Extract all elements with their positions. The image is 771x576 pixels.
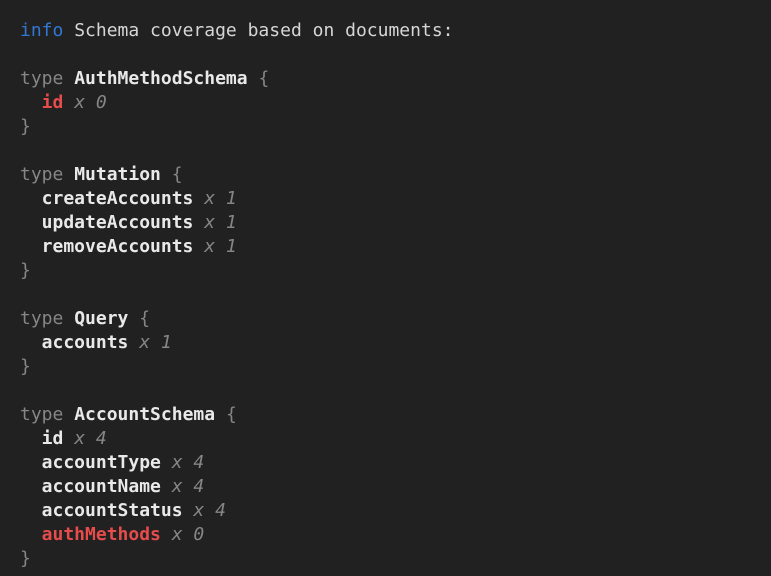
open-brace: { (172, 164, 183, 185)
info-label: info (20, 20, 63, 41)
close-brace-line: } (20, 547, 761, 571)
field-line: updateAccounts x 1 (20, 211, 761, 235)
close-brace-line: } (20, 115, 761, 139)
type-header-line: type Query { (20, 307, 761, 331)
close-brace-line: } (20, 355, 761, 379)
type-block: type AccountSchema {id x 4accountType x … (20, 403, 761, 571)
field-count: x 4 (172, 452, 205, 473)
type-block: type Mutation {createAccounts x 1updateA… (20, 163, 761, 283)
field-name: accountStatus (42, 500, 183, 521)
field-line: id x 0 (20, 91, 761, 115)
coverage-header-line: info Schema coverage based on documents: (20, 19, 761, 43)
terminal-output: info Schema coverage based on documents:… (0, 0, 771, 576)
open-brace: { (226, 404, 237, 425)
field-name: createAccounts (42, 188, 194, 209)
field-count: x 1 (204, 236, 237, 257)
field-count: x 1 (204, 212, 237, 233)
field-name: id (42, 92, 64, 113)
coverage-header-message: Schema coverage based on documents: (74, 20, 453, 41)
type-block: type AuthMethodSchema {id x 0} (20, 67, 761, 139)
field-name: updateAccounts (42, 212, 194, 233)
field-count: x 0 (172, 524, 205, 545)
close-brace-line: } (20, 259, 761, 283)
field-count: x 0 (74, 92, 107, 113)
field-count: x 4 (172, 476, 205, 497)
field-name: accountType (42, 452, 161, 473)
type-header-line: type AccountSchema { (20, 403, 761, 427)
field-name: accountName (42, 476, 161, 497)
type-keyword: type (20, 164, 63, 185)
open-brace: { (139, 308, 150, 329)
field-count: x 1 (204, 188, 237, 209)
type-keyword: type (20, 68, 63, 89)
type-name: Mutation (74, 164, 161, 185)
type-header-line: type Mutation { (20, 163, 761, 187)
field-line: id x 4 (20, 427, 761, 451)
field-name: authMethods (42, 524, 161, 545)
close-brace: } (20, 356, 31, 377)
field-name: removeAccounts (42, 236, 194, 257)
field-name: id (42, 428, 64, 449)
type-keyword: type (20, 404, 63, 425)
field-count: x 1 (139, 332, 172, 353)
field-line: accountStatus x 4 (20, 499, 761, 523)
field-line: removeAccounts x 1 (20, 235, 761, 259)
field-line: accountName x 4 (20, 475, 761, 499)
type-name: AccountSchema (74, 404, 215, 425)
field-line: accounts x 1 (20, 331, 761, 355)
type-blocks: type AuthMethodSchema {id x 0}type Mutat… (20, 67, 761, 571)
field-name: accounts (42, 332, 129, 353)
field-count: x 4 (193, 500, 226, 521)
open-brace: { (258, 68, 269, 89)
field-count: x 4 (74, 428, 107, 449)
type-name: Query (74, 308, 128, 329)
type-name: AuthMethodSchema (74, 68, 247, 89)
type-header-line: type AuthMethodSchema { (20, 67, 761, 91)
field-line: accountType x 4 (20, 451, 761, 475)
field-line: authMethods x 0 (20, 523, 761, 547)
type-block: type Query {accounts x 1} (20, 307, 761, 379)
close-brace: } (20, 548, 31, 569)
close-brace: } (20, 116, 31, 137)
type-keyword: type (20, 308, 63, 329)
field-line: createAccounts x 1 (20, 187, 761, 211)
close-brace: } (20, 260, 31, 281)
